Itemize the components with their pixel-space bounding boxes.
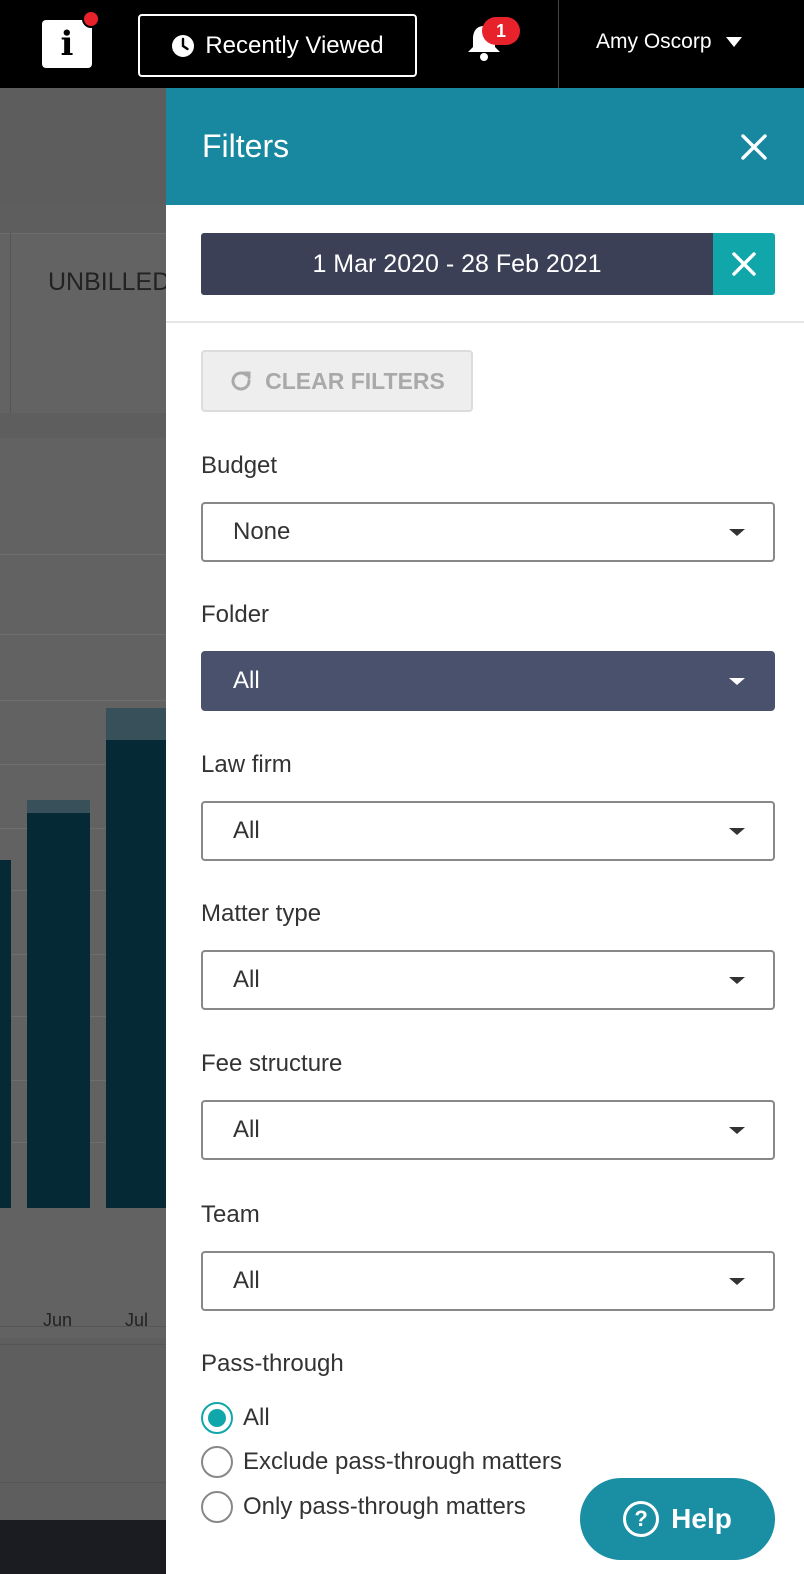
matter-type-label: Matter type — [201, 900, 322, 927]
filters-panel: Filters 1 Mar 2020 - 28 Feb 2021 CLEAR F… — [166, 88, 804, 1574]
folder-label: Folder — [201, 601, 270, 628]
team-value: All — [233, 1267, 260, 1294]
filters-header: Filters — [166, 88, 804, 205]
team-select[interactable]: All — [201, 1251, 775, 1311]
caret-down-icon — [729, 677, 745, 685]
background-card-divider — [10, 233, 11, 413]
pass-through-option-only[interactable]: Only pass-through matters — [201, 1491, 526, 1523]
help-button[interactable]: ? Help — [580, 1478, 775, 1560]
chart-bar — [106, 740, 166, 1208]
close-icon — [732, 252, 756, 276]
app-logo[interactable]: i — [42, 10, 100, 68]
radio-label: Exclude pass-through matters — [243, 1448, 562, 1475]
date-range-chip[interactable]: 1 Mar 2020 - 28 Feb 2021 — [201, 233, 775, 295]
caret-down-icon — [729, 976, 745, 984]
matter-type-value: All — [233, 966, 260, 993]
clear-filters-button[interactable]: CLEAR FILTERS — [201, 350, 473, 412]
chart-x-label: Jun — [43, 1310, 73, 1330]
pass-through-option-all[interactable]: All — [201, 1402, 270, 1434]
chart-gridline — [0, 554, 166, 555]
user-name: Amy Oscorp — [596, 30, 712, 53]
budget-select[interactable]: None — [201, 502, 775, 562]
radio-label: All — [243, 1404, 270, 1431]
logo-letter: i — [60, 24, 74, 64]
help-label: Help — [671, 1503, 732, 1534]
radio-button[interactable] — [201, 1491, 233, 1523]
question-icon: ? — [623, 1501, 660, 1537]
team-label: Team — [201, 1201, 260, 1228]
radio-button[interactable] — [201, 1402, 233, 1434]
fee-structure-value: All — [233, 1116, 260, 1143]
folder-value: All — [233, 667, 260, 694]
clear-filters-label: CLEAR FILTERS — [265, 367, 445, 394]
background-divider — [0, 1482, 166, 1483]
chart-gridline — [0, 634, 166, 635]
chart-x-label: Jul — [125, 1310, 149, 1330]
background-card — [0, 233, 166, 413]
background-card-label: UNBILLED — [48, 268, 166, 296]
background-divider — [0, 1344, 166, 1345]
law-firm-label: Law firm — [201, 751, 292, 778]
folder-select[interactable]: All — [201, 651, 775, 711]
recently-viewed-button[interactable]: Recently Viewed — [138, 14, 417, 77]
background-header-band — [0, 88, 166, 206]
pass-through-option-exclude[interactable]: Exclude pass-through matters — [201, 1446, 562, 1478]
filters-title: Filters — [202, 128, 290, 164]
date-range-clear-button[interactable] — [713, 233, 775, 295]
chevron-down-icon — [725, 37, 742, 47]
fee-structure-label: Fee structure — [201, 1050, 343, 1077]
caret-down-icon — [729, 1126, 745, 1134]
chart-bar — [0, 860, 11, 1208]
close-icon[interactable] — [740, 133, 768, 161]
logo-notification-dot — [82, 10, 100, 28]
topbar-divider — [558, 0, 559, 88]
caret-down-icon — [729, 827, 745, 835]
pass-through-label: Pass-through — [201, 1350, 344, 1377]
background-page: UNBILLED Jun Jul — [0, 88, 166, 1574]
caret-down-icon — [729, 528, 745, 536]
law-firm-value: All — [233, 817, 260, 844]
chart-bar — [27, 813, 90, 1208]
notification-badge: 1 — [482, 17, 520, 45]
clock-icon — [172, 34, 195, 57]
budget-label: Budget — [201, 452, 278, 479]
background-footer — [0, 1520, 166, 1574]
matter-type-select[interactable]: All — [201, 950, 775, 1010]
date-range-text[interactable]: 1 Mar 2020 - 28 Feb 2021 — [201, 233, 713, 295]
caret-down-icon — [729, 1277, 745, 1285]
chart-bar-cap — [106, 708, 166, 740]
background-divider — [0, 1326, 166, 1327]
panel-divider — [166, 321, 804, 323]
law-firm-select[interactable]: All — [201, 801, 775, 861]
user-menu[interactable]: Amy Oscorp — [596, 30, 742, 54]
top-bar: i Recently Viewed 1 Amy Oscorp — [0, 0, 804, 88]
chart-bar-cap — [27, 800, 90, 813]
fee-structure-select[interactable]: All — [201, 1100, 775, 1160]
recently-viewed-label: Recently Viewed — [205, 31, 384, 59]
budget-value: None — [233, 518, 291, 545]
chart-gridline — [0, 700, 166, 701]
radio-label: Only pass-through matters — [243, 1493, 526, 1520]
radio-button[interactable] — [201, 1446, 233, 1478]
refresh-icon — [231, 371, 251, 391]
